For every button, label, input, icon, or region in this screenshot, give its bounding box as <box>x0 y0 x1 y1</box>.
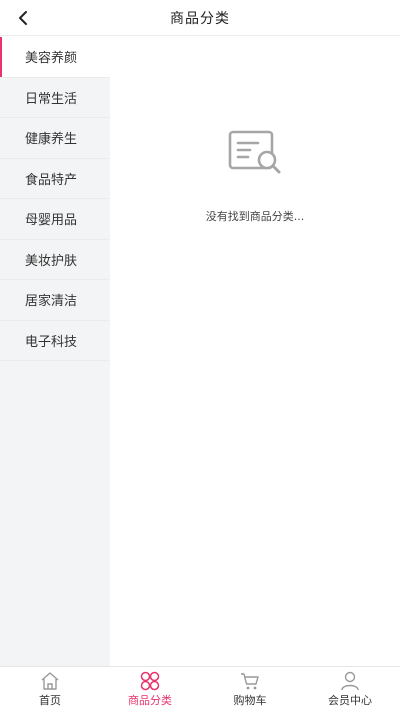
document-search-icon <box>228 130 281 174</box>
home-icon <box>41 672 59 690</box>
sidebar-item-label: 健康养生 <box>25 132 78 148</box>
empty-state-message: 没有找到商品分类... <box>205 210 305 223</box>
tab-label: 首页 <box>39 694 61 707</box>
sidebar-item-home-cleaning[interactable]: 居家清洁 <box>0 280 110 321</box>
tab-label: 购物车 <box>233 694 267 707</box>
sidebar-item-beauty[interactable]: 美容养颜 <box>0 37 110 78</box>
sidebar-item-baby[interactable]: 母婴用品 <box>0 199 110 240</box>
sidebar-item-label: 食品特产 <box>25 172 78 188</box>
category-icon <box>140 671 160 691</box>
tab-label: 商品分类 <box>128 694 172 707</box>
sidebar-item-label: 母婴用品 <box>25 213 78 229</box>
sidebar-item-label: 美妆护肤 <box>25 253 78 269</box>
sidebar-item-cosmetics[interactable]: 美妆护肤 <box>0 239 110 280</box>
sidebar-item-daily-life[interactable]: 日常生活 <box>0 77 110 118</box>
sidebar-item-label: 日常生活 <box>25 91 78 107</box>
page-title: 商品分类 <box>170 10 230 27</box>
tab-member-center[interactable]: 会员中心 <box>300 667 400 710</box>
tab-cart[interactable]: 购物车 <box>200 667 300 710</box>
sidebar-item-label: 电子科技 <box>25 334 78 350</box>
sidebar-item-label: 居家清洁 <box>25 294 78 310</box>
sidebar-item-food[interactable]: 食品特产 <box>0 158 110 199</box>
chevron-left-icon <box>19 11 27 25</box>
sidebar-item-label: 美容养颜 <box>25 51 78 67</box>
cart-icon <box>241 673 259 690</box>
header-bar: 商品分类 <box>0 0 400 36</box>
category-content: 没有找到商品分类... <box>110 37 400 666</box>
tab-label: 会员中心 <box>328 694 372 707</box>
back-button[interactable] <box>10 4 36 32</box>
sidebar-item-health[interactable]: 健康养生 <box>0 118 110 159</box>
user-icon <box>341 671 359 691</box>
bottom-tab-bar: 首页 商品分类 购物车 会员中心 <box>0 666 400 710</box>
tab-home[interactable]: 首页 <box>0 667 100 710</box>
sidebar-item-electronics[interactable]: 电子科技 <box>0 320 110 361</box>
category-sidebar: 美容养颜 日常生活 健康养生 食品特产 母婴用品 美妆护肤 居家清洁 电子科技 <box>0 37 110 666</box>
tab-category[interactable]: 商品分类 <box>100 667 200 710</box>
